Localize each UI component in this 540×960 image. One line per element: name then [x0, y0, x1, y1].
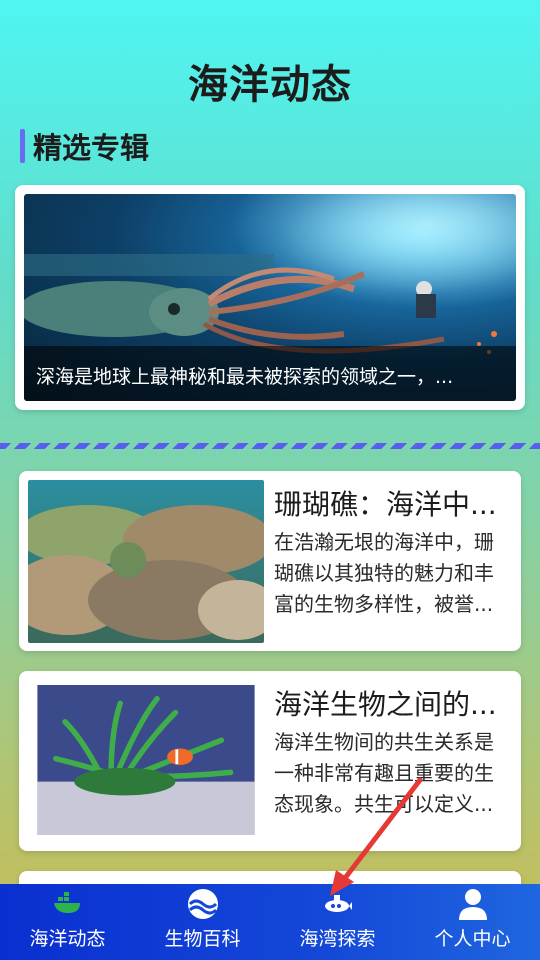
whale-icon: [50, 888, 86, 920]
person-icon: [455, 888, 491, 920]
tab-label: 海洋动态: [29, 928, 106, 950]
article-title: 海洋生物之间的...: [274, 688, 497, 721]
bottom-tab-bar: 海洋动态 生物百科 海湾探索 个人中心: [0, 884, 540, 960]
wave-divider: [0, 443, 540, 449]
article-title: 珊瑚礁：海洋中...: [274, 488, 497, 521]
wave-icon: [185, 888, 221, 920]
anemone-clownfish-image: [37, 685, 255, 835]
coral-reef-image: [28, 480, 264, 643]
section-accent-bar: [20, 129, 25, 163]
tab-label: 生物百科: [164, 928, 241, 950]
tab-bay-exploration[interactable]: 海湾探索: [270, 884, 405, 960]
tab-ocean-news[interactable]: 海洋动态: [0, 884, 135, 960]
article-desc: 在浩瀚无垠的海洋中，珊瑚礁以其独特的魅力和丰富的生物多样性，被誉...: [274, 530, 494, 616]
section-heading: 精选专辑: [20, 128, 150, 165]
featured-card[interactable]: 深海是地球上最神秘和最未被探索的领域之一，...: [15, 185, 525, 410]
page-title: 海洋动态: [188, 62, 352, 108]
section-title: 精选专辑: [33, 131, 150, 165]
tab-personal-center[interactable]: 个人中心: [405, 884, 540, 960]
featured-image-deep-sea-squid: 深海是地球上最神秘和最未被探索的领域之一，...: [24, 194, 516, 401]
submarine-icon: [320, 888, 356, 920]
tab-label: 海湾探索: [299, 928, 376, 950]
article-card-symbiosis[interactable]: 海洋生物之间的... 海洋生物间的共生关系是一种非常有趣且重要的生态现象。共生可…: [19, 671, 521, 851]
featured-caption: 深海是地球上最神秘和最未被探索的领域之一，...: [24, 346, 516, 401]
tab-species-encyclopedia[interactable]: 生物百科: [135, 884, 270, 960]
article-desc: 海洋生物间的共生关系是一种非常有趣且重要的生态现象。共生可以定义...: [274, 730, 494, 816]
tab-label: 个人中心: [434, 928, 511, 950]
article-card-coral-reef[interactable]: 珊瑚礁：海洋中... 在浩瀚无垠的海洋中，珊瑚礁以其独特的魅力和丰富的生物多样性…: [19, 471, 521, 651]
